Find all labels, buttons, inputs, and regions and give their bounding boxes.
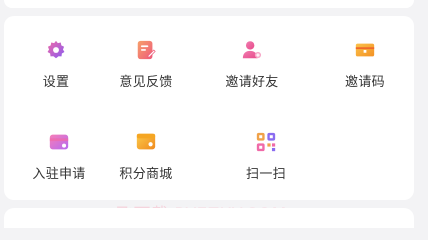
invite-friend-label: 邀请好友 [225,75,279,90]
invite-code-label: 邀请码 [345,75,385,90]
feedback-label: 意见反馈 [119,75,173,90]
settings-label: 设置 [42,75,70,90]
feedback-button[interactable]: 意见反馈 [101,39,191,109]
apply-button[interactable]: 入驻申请 [14,131,104,201]
invite-friend-button[interactable]: 邀请好友 [207,39,297,109]
points-mall-label: 积分商城 [119,167,173,182]
invite-code-icon [355,43,375,57]
apply-label: 入驻申请 [32,167,86,182]
points-mall-icon [136,133,156,150]
scan-icon [256,132,276,152]
settings-button[interactable]: 设置 [11,39,101,109]
feedback-icon [137,40,156,60]
points-mall-button[interactable]: 积分商城 [101,131,191,201]
next-card [4,208,414,228]
previous-card [4,0,414,8]
scan-label: 扫一扫 [246,167,286,182]
invite-code-button[interactable]: 邀请码 [320,39,410,109]
scan-button[interactable]: 扫一扫 [221,131,311,201]
menu-card: 设置 意见反馈 邀请好友 邀请码 入驻申请 积分商城 扫一扫 [4,16,414,225]
invite-friend-icon [242,41,262,59]
apply-icon [49,134,69,150]
settings-icon [47,40,65,59]
